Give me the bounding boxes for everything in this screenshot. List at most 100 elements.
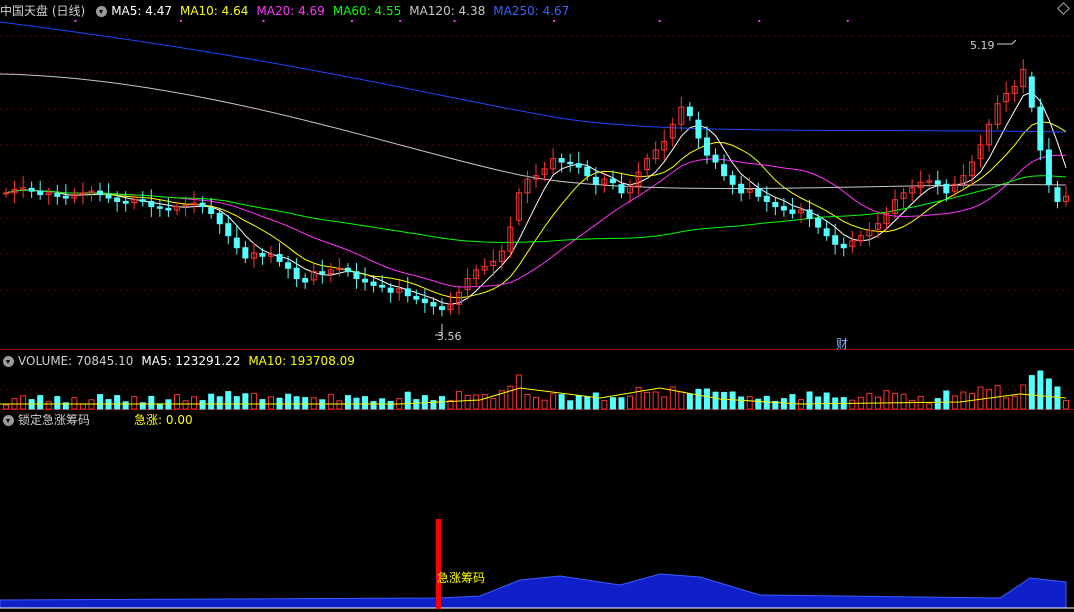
volume-bar xyxy=(336,400,343,410)
signal-dot xyxy=(350,20,353,22)
candle-body xyxy=(225,223,232,237)
volume-bar xyxy=(438,396,445,410)
candle-body xyxy=(3,192,9,195)
candle-body xyxy=(165,207,172,211)
candle-body xyxy=(276,254,283,262)
candle-body xyxy=(148,200,155,208)
volume-bar xyxy=(703,388,710,410)
volume-bar xyxy=(524,393,531,410)
volume-bar xyxy=(20,395,27,410)
volume-bar xyxy=(652,391,659,410)
candle-body xyxy=(832,235,839,245)
candle-body xyxy=(1028,76,1035,108)
volume-bars xyxy=(0,370,1069,410)
volume-bar xyxy=(1045,378,1052,410)
volume-bar xyxy=(567,400,574,410)
candle-body xyxy=(370,281,377,286)
candle-body xyxy=(695,119,702,139)
candle-body xyxy=(208,207,215,214)
signal-dot xyxy=(74,20,77,22)
high-price-label: 5.19 xyxy=(970,39,995,52)
candle-body xyxy=(293,267,300,280)
volume-bar xyxy=(618,397,625,410)
volume-bar xyxy=(789,394,796,410)
volume-bar xyxy=(712,391,719,410)
ma250-line xyxy=(0,21,1067,133)
volume-bar xyxy=(208,393,215,410)
volume-bar xyxy=(575,395,582,410)
volume-bar xyxy=(592,392,599,410)
candle-body xyxy=(934,180,941,185)
volume-bar xyxy=(558,394,565,410)
candle-body xyxy=(772,201,779,208)
kline-chart[interactable]: 5.19 3.56 财 急涨筹码 xyxy=(0,0,1074,612)
volume-bar xyxy=(225,391,232,410)
signal-label: 急涨筹码 xyxy=(437,570,485,585)
volume-bar xyxy=(780,398,787,410)
candle-body xyxy=(404,288,411,297)
volume-bar xyxy=(413,399,420,410)
volume-bar xyxy=(327,394,334,410)
volume-bar xyxy=(806,391,813,410)
candle-body xyxy=(430,302,437,307)
candle-body xyxy=(1045,149,1052,185)
volume-bar xyxy=(968,392,975,410)
candle-body xyxy=(285,262,292,269)
volume-bar xyxy=(721,391,728,410)
candle-body xyxy=(780,206,787,211)
volume-bar xyxy=(541,399,548,410)
indicator-area xyxy=(0,519,1074,609)
volume-bar xyxy=(695,388,702,410)
candle-body xyxy=(319,271,326,274)
candle-body xyxy=(575,163,582,168)
candle-body xyxy=(362,278,369,283)
candle-body xyxy=(609,178,616,184)
volume-bar xyxy=(54,396,61,410)
volume-bar xyxy=(892,392,899,410)
volume-bar xyxy=(122,401,129,410)
candle-body xyxy=(738,183,745,194)
candle-body xyxy=(584,166,591,177)
volume-bar xyxy=(1003,397,1010,410)
candle-body xyxy=(259,253,266,257)
ma120-line xyxy=(0,73,1067,189)
volume-bar xyxy=(533,397,539,410)
volume-bar xyxy=(515,374,522,410)
volume-bar xyxy=(960,391,967,410)
volume-bar xyxy=(216,396,223,410)
candle-body xyxy=(139,199,146,202)
candle-body xyxy=(353,271,360,280)
grid-lines xyxy=(0,20,1074,391)
volume-bar xyxy=(686,393,693,410)
candle-body xyxy=(413,295,420,300)
candle-body xyxy=(592,176,599,185)
candle-body xyxy=(54,193,61,197)
finance-event-marker[interactable]: 财 xyxy=(836,337,848,351)
volume-bar xyxy=(302,397,309,410)
volume-bar xyxy=(37,395,44,410)
volume-bar xyxy=(387,400,394,410)
candle-body xyxy=(567,161,574,165)
volume-bar xyxy=(404,391,411,410)
candle-body xyxy=(618,184,625,194)
candle-body xyxy=(122,200,129,204)
candle-body xyxy=(789,209,796,214)
volume-bar xyxy=(1011,395,1018,410)
volume-bar xyxy=(584,396,591,410)
candle-body xyxy=(840,243,847,249)
signal-dot xyxy=(553,20,556,22)
volume-bar xyxy=(362,396,369,410)
volume-bar xyxy=(644,391,651,410)
volume-bar xyxy=(233,396,240,410)
volume-bar xyxy=(866,392,873,410)
volume-bar xyxy=(763,395,770,410)
volume-bar xyxy=(285,393,292,410)
volume-bar xyxy=(900,393,907,410)
volume-bar xyxy=(481,394,488,410)
low-price-label: 3.56 xyxy=(437,330,462,343)
candle-body xyxy=(302,278,309,283)
candle-body xyxy=(721,164,728,177)
volume-bar xyxy=(344,395,351,410)
volume-bar xyxy=(1063,399,1069,410)
candle-body xyxy=(763,195,770,202)
